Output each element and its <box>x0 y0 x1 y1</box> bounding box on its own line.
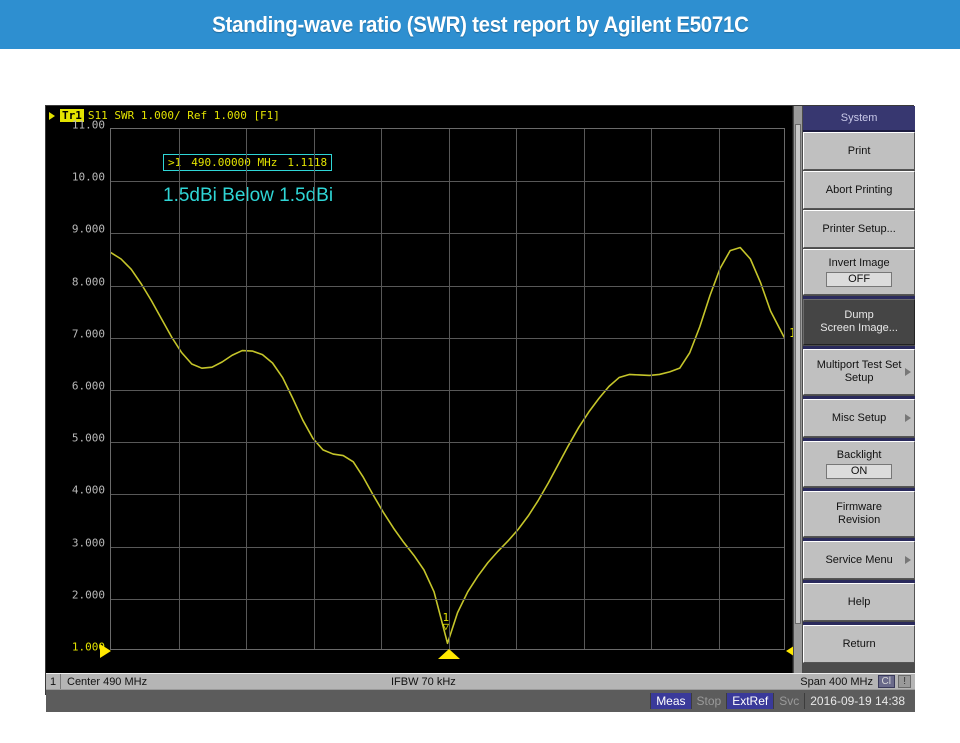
grid-line-vertical <box>381 129 382 649</box>
menu-item-help[interactable]: Help <box>803 583 916 621</box>
menu-item-label: Service Menu <box>825 553 893 566</box>
y-axis-tick-label: 9.000 <box>71 222 105 236</box>
menu-item-service-menu[interactable]: Service Menu <box>803 541 916 579</box>
menu-item-label: Firmware Revision <box>836 501 883 526</box>
menu-item-label: Print <box>847 144 871 157</box>
status-extref: ExtRef <box>726 693 774 709</box>
grid-line-horizontal <box>111 390 784 391</box>
menu-item-label: Return <box>842 637 876 650</box>
marker-readout-value: 1.1118 <box>287 156 328 169</box>
y-axis-tick-label: 4.000 <box>71 483 105 497</box>
menu-title: System <box>803 106 916 132</box>
grid-line-vertical <box>584 129 585 649</box>
menu-item-print[interactable]: Print <box>803 132 916 170</box>
grid-line-vertical <box>246 129 247 649</box>
channel-number: 1 <box>46 674 61 689</box>
vna-main-area: Tr1 S11 SWR 1.000/ Ref 1.000 [F1] 11.00 1… <box>46 106 916 673</box>
status-indicator-group: Meas Stop ExtRef Svc <box>650 693 804 709</box>
y-axis-tick-label: 3.000 <box>71 536 105 550</box>
marker-position-icon[interactable] <box>437 649 460 659</box>
marker-readout-frequency: 490.00000 MHz <box>191 156 278 169</box>
y-axis-tick-label: 7.000 <box>71 327 105 341</box>
swr-trace <box>111 246 784 645</box>
status-meas: Meas <box>650 693 691 709</box>
marker-readout-box[interactable]: >1 490.00000 MHz 1.1118 <box>163 154 333 171</box>
warning-badge: ! <box>898 675 911 688</box>
grid-line-horizontal <box>111 181 784 182</box>
menu-item-abort-printing[interactable]: Abort Printing <box>803 171 916 209</box>
status-bar: Meas Stop ExtRef Svc 2016-09-19 14:38 <box>46 689 915 712</box>
grid-line-vertical <box>449 129 450 649</box>
grid-line-horizontal <box>111 547 784 548</box>
page-title: Standing-wave ratio (SWR) test report by… <box>211 11 749 37</box>
menu-scrollbar-thumb[interactable] <box>795 124 802 624</box>
sweep-info-bar: 1 Center 490 MHz IFBW 70 kHz Span 400 MH… <box>46 673 915 689</box>
menu-item-multiport-test-set-setup[interactable]: Multiport Test Set Setup <box>803 349 916 395</box>
menu-scrollbar[interactable] <box>793 106 804 673</box>
status-stop: Stop <box>690 693 727 709</box>
y-axis-tick-label: 5.000 <box>71 431 105 445</box>
menu-item-label: Invert Image <box>828 257 890 269</box>
y-axis-tick-label: 6.000 <box>71 379 105 393</box>
menu-item-misc-setup[interactable]: Misc Setup <box>803 399 916 437</box>
menu-item-state[interactable]: OFF <box>826 272 893 287</box>
grid-line-horizontal <box>111 442 784 443</box>
chevron-right-icon <box>905 556 912 564</box>
triangle-right-icon <box>49 111 55 120</box>
grid-line-vertical <box>314 129 315 649</box>
reference-level-left-icon <box>100 644 111 658</box>
grid-line-vertical <box>719 129 720 649</box>
chevron-right-icon <box>905 414 912 422</box>
ifbw-label[interactable]: IFBW 70 kHz <box>391 676 456 688</box>
graph-area[interactable]: Tr1 S11 SWR 1.000/ Ref 1.000 [F1] 11.00 1… <box>46 106 797 673</box>
menu-item-firmware-revision[interactable]: Firmware Revision <box>803 491 916 537</box>
status-svc: Svc <box>773 693 804 709</box>
softkey-menu: System Print Abort Printing Printer Setup.… <box>803 106 916 673</box>
menu-item-label: Misc Setup <box>831 411 887 424</box>
menu-item-state[interactable]: ON <box>826 464 893 479</box>
correction-badge: Cl <box>877 675 895 688</box>
menu-item-invert-image[interactable]: Invert Image OFF <box>803 249 916 295</box>
menu-item-label: Abort Printing <box>825 183 893 196</box>
chevron-right-icon <box>905 368 912 376</box>
vna-screen: Tr1 S11 SWR 1.000/ Ref 1.000 [F1] 11.00 1… <box>45 105 916 712</box>
grid-line-vertical <box>516 129 517 649</box>
plot-canvas[interactable]: >1 490.00000 MHz 1.1118 1.5dBi Below 1.5… <box>100 128 797 659</box>
menu-item-label: Multiport Test Set Setup <box>816 359 902 384</box>
center-frequency-label[interactable]: Center 490 MHz <box>61 676 147 688</box>
menu-item-label: Dump Screen Image... <box>820 309 898 334</box>
graph-annotation: 1.5dBi Below 1.5dBi <box>163 185 334 206</box>
menu-item-label: Printer Setup... <box>822 222 896 235</box>
grid-line-horizontal <box>111 233 784 234</box>
y-axis-tick-label: 11.00 <box>71 118 105 132</box>
grid-line-horizontal <box>111 494 784 495</box>
grid-line-horizontal <box>111 338 784 339</box>
y-axis-tick-label: 10.00 <box>71 170 105 184</box>
grid-line-horizontal <box>111 599 784 600</box>
y-axis-tick-label: 8.000 <box>71 275 105 289</box>
status-datetime: 2016-09-19 14:38 <box>804 693 915 709</box>
menu-item-label: Backlight <box>836 449 882 461</box>
menu-item-backlight[interactable]: Backlight ON <box>803 441 916 487</box>
menu-item-return[interactable]: Return <box>803 625 916 663</box>
menu-item-label: Help <box>847 595 871 608</box>
menu-item-list: Print Abort Printing Printer Setup... Inver… <box>803 132 916 663</box>
trace-format-label: S11 SWR 1.000/ Ref 1.000 [F1] <box>87 109 280 122</box>
y-axis-tick-label: 2.000 <box>71 588 105 602</box>
span-label[interactable]: Span 400 MHz <box>800 676 873 688</box>
grid-line-vertical <box>179 129 180 649</box>
page-header-banner: Standing-wave ratio (SWR) test report by… <box>0 0 960 49</box>
grid-line-vertical <box>651 129 652 649</box>
grid-line-horizontal <box>111 286 784 287</box>
menu-item-dump-screen-image[interactable]: Dump Screen Image... <box>803 299 916 345</box>
menu-item-printer-setup[interactable]: Printer Setup... <box>803 210 916 248</box>
y-axis-labels: 11.00 10.00 9.000 8.000 7.000 6.000 5.000 4.000… <box>46 119 109 655</box>
